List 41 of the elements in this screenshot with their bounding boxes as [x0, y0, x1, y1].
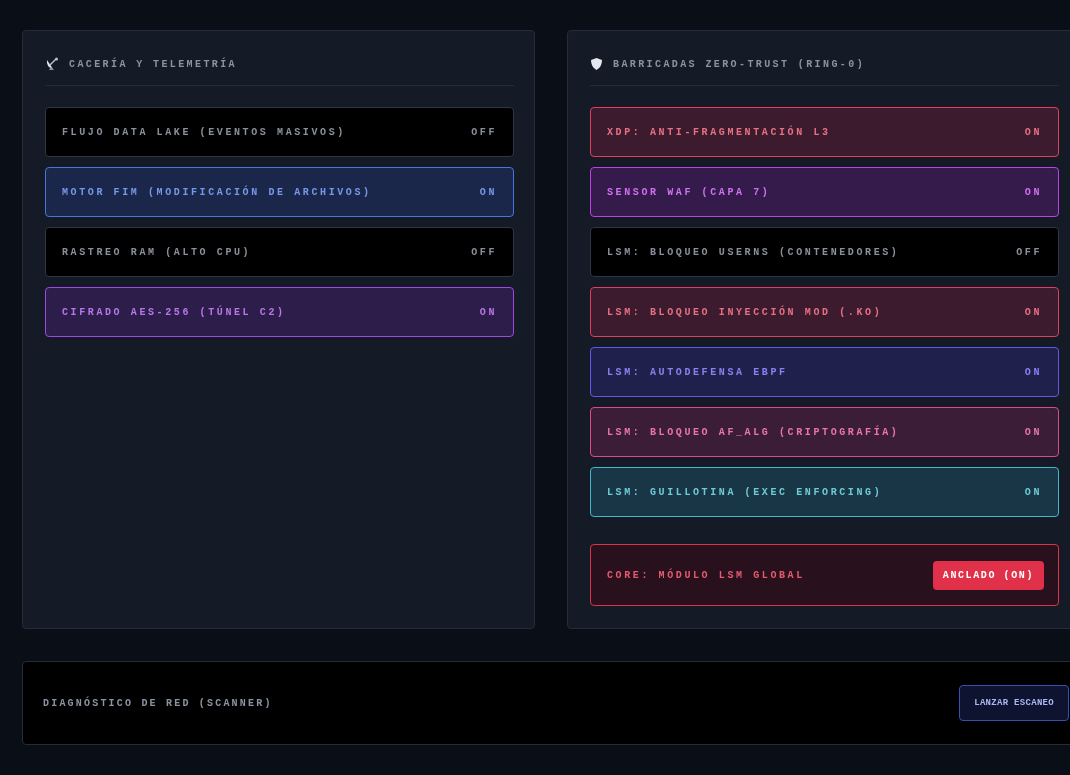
toggle-label: XDP: ANTI-FRAGMENTACIÓN L3	[607, 126, 831, 138]
toggle-label: CIFRADO AES-256 (TÚNEL C2)	[62, 306, 286, 318]
panel-title: BARRICADAS ZERO-TRUST (RING-0)	[613, 58, 866, 70]
scanner-label: DIAGNÓSTICO DE RED (SCANNER)	[43, 697, 273, 709]
toggle-label: LSM: AUTODEFENSA EBPF	[607, 366, 788, 378]
shield-icon	[590, 57, 603, 71]
toggle-label: LSM: BLOQUEO AF_ALG (CRIPTOGRAFÍA)	[607, 426, 900, 438]
toggle-row[interactable]: LSM: BLOQUEO INYECCIÓN MOD (.KO) ON	[590, 287, 1059, 337]
toggle-row[interactable]: LSM: AUTODEFENSA EBPF ON	[590, 347, 1059, 397]
toggle-state: ON	[1024, 486, 1042, 498]
toggle-state: ON	[1024, 126, 1042, 138]
toggle-row[interactable]: SENSOR WAF (CAPA 7) ON	[590, 167, 1059, 217]
toggle-row[interactable]: FLUJO DATA LAKE (EVENTOS MASIVOS) OFF	[45, 107, 514, 157]
toggle-label: SENSOR WAF (CAPA 7)	[607, 186, 771, 198]
panel-title: CACERÍA Y TELEMETRÍA	[69, 58, 238, 70]
toggle-state: ON	[479, 186, 497, 198]
toggle-state: ON	[1024, 306, 1042, 318]
toggle-row[interactable]: XDP: ANTI-FRAGMENTACIÓN L3 ON	[590, 107, 1059, 157]
toggle-state: ON	[479, 306, 497, 318]
toggle-row[interactable]: LSM: GUILLOTINA (EXEC ENFORCING) ON	[590, 467, 1059, 517]
satellite-dish-icon	[45, 57, 59, 71]
toggle-state: OFF	[471, 126, 497, 138]
toggle-label: LSM: GUILLOTINA (EXEC ENFORCING)	[607, 486, 883, 498]
toggle-state: ON	[1024, 366, 1042, 378]
toggle-state: OFF	[1016, 246, 1042, 258]
toggle-label: FLUJO DATA LAKE (EVENTOS MASIVOS)	[62, 126, 346, 138]
toggle-row[interactable]: RASTREO RAM (ALTO CPU) OFF	[45, 227, 514, 277]
core-label: CORE: MÓDULO LSM GLOBAL	[607, 569, 805, 581]
toggle-row[interactable]: MOTOR FIM (MODIFICACIÓN DE ARCHIVOS) ON	[45, 167, 514, 217]
toggle-label: LSM: BLOQUEO USERNS (CONTENEDORES)	[607, 246, 900, 258]
toggle-label: MOTOR FIM (MODIFICACIÓN DE ARCHIVOS)	[62, 186, 372, 198]
toggle-row[interactable]: LSM: BLOQUEO AF_ALG (CRIPTOGRAFÍA) ON	[590, 407, 1059, 457]
toggle-label: LSM: BLOQUEO INYECCIÓN MOD (.KO)	[607, 306, 883, 318]
toggle-state: OFF	[471, 246, 497, 258]
anchored-button[interactable]: ANCLADO (ON)	[932, 560, 1044, 590]
toggle-state: ON	[1024, 186, 1042, 198]
scan-button[interactable]: LANZAR ESCANEO	[959, 685, 1069, 721]
toggle-row[interactable]: CIFRADO AES-256 (TÚNEL C2) ON	[45, 287, 514, 337]
toggle-state: ON	[1024, 426, 1042, 438]
toggle-row[interactable]: LSM: BLOQUEO USERNS (CONTENEDORES) OFF	[590, 227, 1059, 277]
toggle-label: RASTREO RAM (ALTO CPU)	[62, 246, 252, 258]
